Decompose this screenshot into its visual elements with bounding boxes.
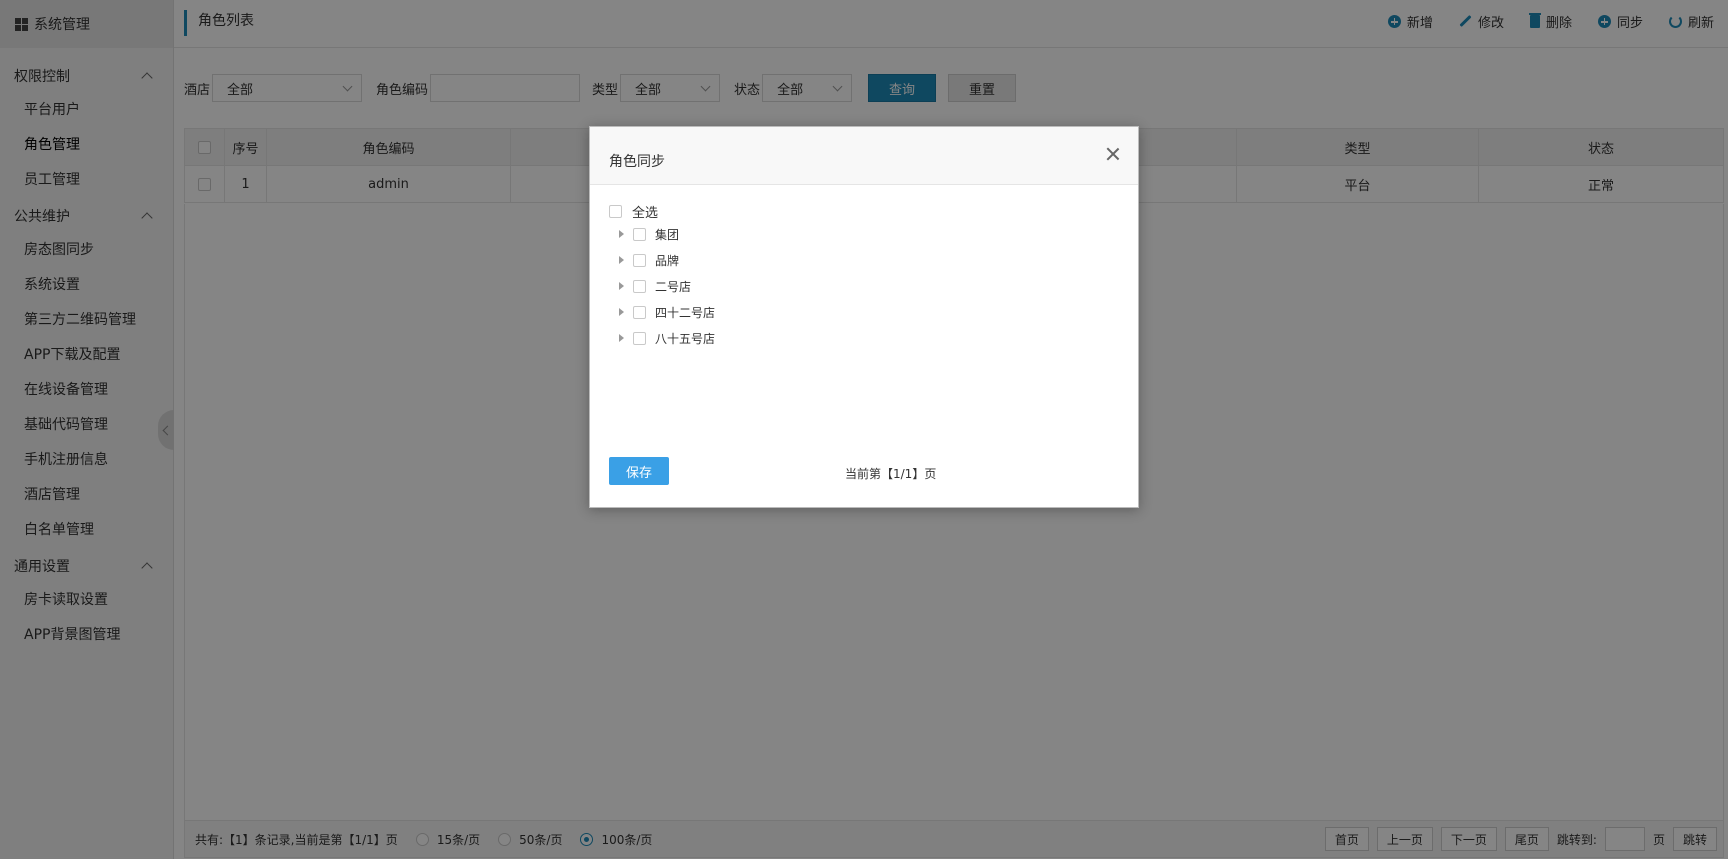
select-all-label: 全选 bbox=[632, 205, 659, 221]
tree-node-store-85[interactable]: 八十五号店 bbox=[609, 325, 715, 351]
tree-node-label: 集团 bbox=[655, 227, 680, 242]
tree-node-label: 八十五号店 bbox=[655, 331, 716, 346]
tree-node-group[interactable]: 集团 bbox=[609, 221, 715, 247]
caret-right-icon[interactable] bbox=[619, 308, 624, 316]
tree-node-checkbox[interactable] bbox=[633, 253, 646, 267]
close-icon[interactable] bbox=[1106, 147, 1120, 161]
tree-node-checkbox[interactable] bbox=[633, 279, 646, 293]
select-all-checkbox[interactable] bbox=[609, 204, 622, 218]
caret-right-icon[interactable] bbox=[619, 230, 624, 238]
dialog-page-info: 当前第【1/1】页 bbox=[845, 467, 937, 481]
tree-node-label: 二号店 bbox=[655, 279, 692, 294]
tree-node-checkbox[interactable] bbox=[633, 227, 646, 241]
tree-node-checkbox[interactable] bbox=[633, 331, 646, 345]
tree-node-store-42[interactable]: 四十二号店 bbox=[609, 299, 715, 325]
caret-right-icon[interactable] bbox=[619, 256, 624, 264]
role-sync-dialog: 角色同步 全选 集团 品牌 二号店 四十二号店 八十五号店 保存 当前第【1/1… bbox=[589, 126, 1139, 508]
caret-right-icon[interactable] bbox=[619, 334, 624, 342]
save-button[interactable]: 保存 bbox=[609, 457, 669, 485]
hotel-tree: 全选 集团 品牌 二号店 四十二号店 八十五号店 bbox=[609, 201, 715, 351]
select-all-row[interactable]: 全选 bbox=[609, 201, 715, 221]
tree-node-label: 品牌 bbox=[655, 253, 680, 268]
dialog-header: 角色同步 bbox=[590, 127, 1138, 185]
tree-node-brand[interactable]: 品牌 bbox=[609, 247, 715, 273]
tree-node-label: 四十二号店 bbox=[655, 305, 716, 320]
tree-node-checkbox[interactable] bbox=[633, 305, 646, 319]
dialog-title: 角色同步 bbox=[609, 154, 665, 170]
tree-node-store-2[interactable]: 二号店 bbox=[609, 273, 715, 299]
caret-right-icon[interactable] bbox=[619, 282, 624, 290]
